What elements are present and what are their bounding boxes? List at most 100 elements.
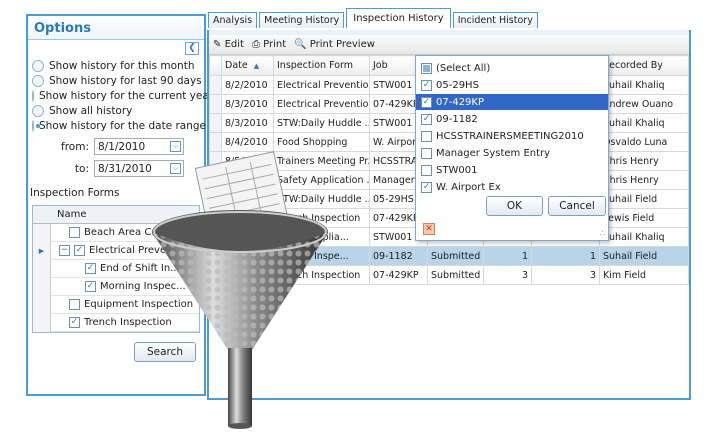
- radio-label: Show all history: [49, 104, 133, 117]
- print-preview-label: Print Preview: [309, 39, 375, 50]
- collapse-panel-button[interactable]: ❮: [185, 42, 199, 55]
- radio-icon: [32, 59, 44, 72]
- filter-item[interactable]: Manager System Entry: [416, 145, 608, 161]
- table-cell: Chris Henry: [599, 170, 689, 190]
- form-checkbox[interactable]: [69, 299, 80, 310]
- table-cell: 1: [483, 246, 532, 266]
- column-label: Job: [373, 60, 388, 71]
- table-cell: Electrical Preventio...: [273, 75, 370, 95]
- filter-checkbox[interactable]: [421, 164, 432, 176]
- history-range-radio[interactable]: Show history for the current year: [28, 88, 213, 103]
- filter-item[interactable]: ✓ 09-1182: [416, 111, 608, 127]
- filter-item[interactable]: ✓ 07-429KP: [416, 94, 608, 110]
- column-label: Date: [225, 60, 248, 71]
- filter-item-label: 05-29HS: [436, 79, 479, 91]
- column-header[interactable]: Inspection Form: [273, 55, 370, 76]
- table-cell: Osvaldo Luna: [599, 132, 689, 152]
- tab-analysis[interactable]: Analysis: [208, 12, 258, 28]
- clear-filter-icon[interactable]: ✕: [423, 223, 435, 235]
- column-header[interactable]: Recorded By: [599, 55, 689, 76]
- row-indicator: [33, 223, 51, 242]
- filter-item[interactable]: STW001: [416, 162, 608, 178]
- table-cell: 8/4/2010: [221, 132, 274, 152]
- form-checkbox[interactable]: ✓: [85, 281, 96, 292]
- filter-checkbox[interactable]: ✓: [421, 96, 432, 108]
- preview-icon: 🔍: [294, 39, 307, 50]
- tab-bar: Analysis Meeting History Inspection Histor…: [208, 8, 540, 28]
- table-cell: 3: [483, 265, 532, 285]
- filter-item-label: W. Airport Ex: [436, 181, 501, 193]
- table-cell: Submitted: [427, 265, 484, 285]
- radio-label: Show history for the date range:: [39, 119, 210, 132]
- edit-icon: ✎: [213, 39, 222, 50]
- filter-item[interactable]: (Select All): [416, 60, 608, 76]
- history-range-radio[interactable]: Show history for last 90 days: [28, 73, 204, 88]
- filter-item[interactable]: HCSSTRAINERSMEETING2010: [416, 128, 608, 144]
- history-range-radio[interactable]: Show history for this month: [28, 58, 204, 73]
- row-selector[interactable]: [209, 94, 222, 114]
- table-cell: Suhail Khaliq: [599, 75, 689, 95]
- radio-label: Show history for the current year: [39, 89, 214, 102]
- filter-checkbox[interactable]: ✓: [421, 181, 432, 193]
- table-cell: 1: [531, 246, 600, 266]
- history-range-radio[interactable]: Show history for the date range:: [28, 118, 210, 133]
- table-cell: Food Shopping: [273, 132, 370, 152]
- table-cell: Suhail Khaliq: [599, 113, 689, 133]
- filter-item-label: HCSSTRAINERSMEETING2010: [436, 130, 584, 142]
- table-cell: Lewis Field: [599, 208, 689, 228]
- table-cell: Chris Henry: [599, 151, 689, 171]
- edit-button[interactable]: ✎ Edit: [213, 39, 244, 50]
- table-cell: Electrical Preventio...: [273, 94, 370, 114]
- radio-icon: [32, 119, 40, 132]
- filter-checkbox[interactable]: ✓: [421, 113, 432, 125]
- filter-checkbox[interactable]: [421, 130, 432, 142]
- tab-inspection-history[interactable]: Inspection History: [346, 8, 451, 28]
- radio-icon: [32, 104, 44, 117]
- ok-button[interactable]: OK: [486, 196, 543, 216]
- filter-checkbox[interactable]: [421, 147, 432, 159]
- funnel-icon: [152, 151, 328, 429]
- row-selector-header: [209, 55, 222, 76]
- row-selector[interactable]: [209, 113, 222, 133]
- print-label: Print: [263, 39, 287, 50]
- collapse-icon[interactable]: −: [59, 245, 70, 256]
- filter-item-label: STW001: [436, 164, 478, 176]
- resize-grip-icon[interactable]: ∴: [600, 229, 605, 238]
- table-cell: 8/2/2010: [221, 75, 274, 95]
- filter-item-label: (Select All): [436, 62, 491, 74]
- table-cell: Andrew Ouano: [599, 94, 689, 114]
- table-cell: 3: [531, 265, 600, 285]
- tab-incident-history[interactable]: Incident History: [452, 12, 538, 28]
- table-cell: Kim Field: [599, 265, 689, 285]
- table-cell: STW:Daily Huddle ...: [273, 113, 370, 133]
- history-range-radio[interactable]: Show all history: [28, 103, 204, 118]
- filter-item[interactable]: ✓ 05-29HS: [416, 77, 608, 93]
- table-cell: Suhail Khaliq: [599, 227, 689, 247]
- form-checkbox[interactable]: ✓: [74, 245, 85, 256]
- print-button[interactable]: ⎙ Print: [252, 39, 286, 50]
- filter-checkbox[interactable]: ✓: [421, 79, 432, 91]
- sort-ascending-icon: ▲: [253, 62, 260, 70]
- filter-checkbox[interactable]: [421, 62, 432, 74]
- tab-meeting-history[interactable]: Meeting History: [259, 12, 345, 28]
- row-indicator: ▶: [33, 241, 51, 260]
- form-checkbox[interactable]: [69, 227, 80, 238]
- row-indicator: [33, 259, 51, 278]
- row-selector[interactable]: [209, 132, 222, 152]
- filter-item[interactable]: ✓ W. Airport Ex: [416, 179, 608, 195]
- print-preview-button[interactable]: 🔍 Print Preview: [294, 39, 375, 50]
- form-checkbox[interactable]: ✓: [69, 317, 80, 328]
- column-label: Recorded By: [603, 60, 663, 71]
- cancel-button[interactable]: Cancel: [548, 196, 606, 216]
- form-checkbox[interactable]: ✓: [85, 263, 96, 274]
- row-selector[interactable]: [209, 75, 222, 95]
- edit-label: Edit: [224, 39, 244, 50]
- table-cell: Submitted: [427, 246, 484, 266]
- column-header[interactable]: Date ▲: [221, 55, 274, 76]
- filter-item-label: Manager System Entry: [436, 147, 551, 159]
- to-label: to:: [74, 162, 89, 175]
- table-cell: 07-429KP: [369, 265, 428, 285]
- table-cell: 8/3/2010: [221, 113, 274, 133]
- toolbar: ✎ Edit ⎙ Print 🔍 Print Preview: [209, 35, 689, 55]
- radio-label: Show history for last 90 days: [49, 74, 202, 87]
